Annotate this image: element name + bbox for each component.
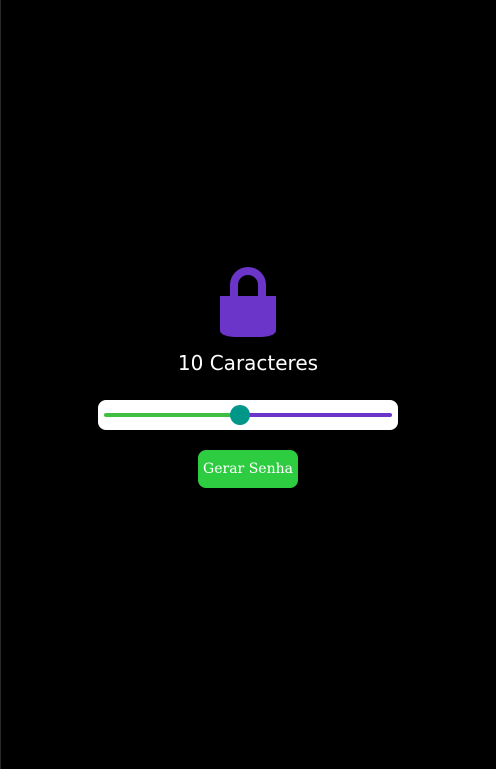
- password-length-label: 10 Caracteres: [178, 348, 318, 378]
- lock-icon: [220, 267, 276, 337]
- password-generator: 10 Caracteres Gerar Senha: [0, 264, 496, 488]
- slider-thumb[interactable]: [230, 405, 251, 425]
- password-length-count: 10: [177, 351, 204, 375]
- generate-password-button[interactable]: Gerar Senha: [198, 450, 298, 488]
- password-length-suffix: Caracteres: [209, 351, 319, 375]
- slider-track-filled: [104, 413, 241, 417]
- password-length-slider[interactable]: [98, 400, 398, 430]
- slider-track-remaining: [240, 413, 392, 417]
